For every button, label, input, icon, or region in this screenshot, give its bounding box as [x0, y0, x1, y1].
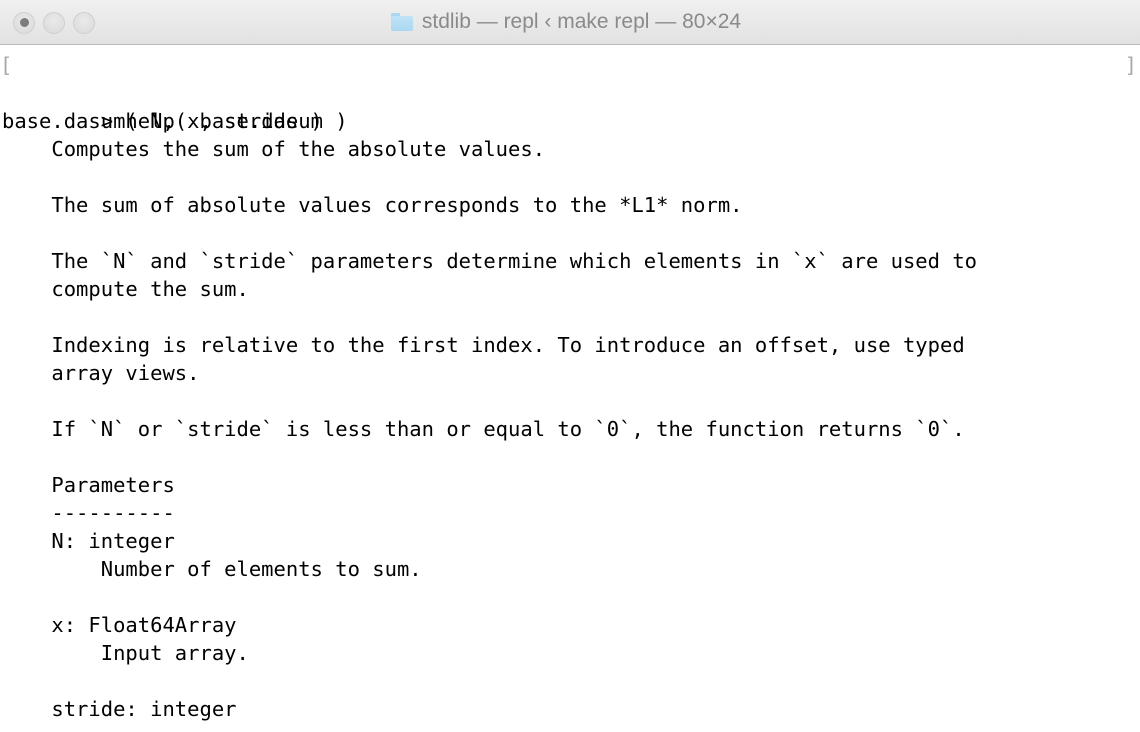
- terminal-output: [ > help( base.dasum ) ] base.dasum( N, …: [0, 51, 1140, 723]
- terminal-line: The sum of absolute values corresponds t…: [2, 193, 743, 217]
- terminal-line: Input array.: [2, 641, 249, 665]
- window-titlebar[interactable]: stdlib — repl ‹ make repl — 80×24: [0, 0, 1140, 45]
- folder-icon: [390, 13, 413, 31]
- terminal-line: Computes the sum of the absolute values.: [2, 137, 546, 161]
- prompt-right-marker: ]: [1124, 53, 1137, 77]
- close-button[interactable]: [13, 11, 35, 34]
- terminal-line-spacer: [0, 219, 1140, 247]
- terminal-line: Number of elements to sum.: [2, 557, 422, 581]
- terminal-line: compute the sum.: [2, 277, 249, 301]
- close-icon: [19, 18, 29, 27]
- terminal-line-spacer: [0, 443, 1140, 471]
- maximize-button[interactable]: [73, 11, 95, 34]
- terminal-line-spacer: [0, 303, 1140, 331]
- terminal-body[interactable]: [ > help( base.dasum ) ] base.dasum( N, …: [0, 46, 1140, 732]
- terminal-line: The `N` and `stride` parameters determin…: [2, 249, 978, 273]
- folder-icon-body: [390, 16, 413, 31]
- terminal-line: Indexing is relative to the first index.…: [2, 333, 965, 357]
- window-title-group: stdlib — repl ‹ make repl — 80×24: [390, 10, 742, 34]
- terminal-line-spacer: [0, 79, 1140, 107]
- terminal-line-spacer: [0, 387, 1140, 415]
- terminal-line-spacer: [0, 583, 1140, 611]
- terminal-line-spacer: [0, 667, 1140, 695]
- prompt-left-marker: [: [0, 53, 13, 77]
- terminal-line: If `N` or `stride` is less than or equal…: [2, 417, 965, 441]
- terminal-help-output: base.dasum( N, x, stride ) Computes the …: [0, 107, 1140, 723]
- prompt-command: help( base.dasum ): [113, 109, 348, 133]
- terminal-line: ----------: [2, 501, 175, 525]
- minimize-button[interactable]: [43, 11, 65, 34]
- terminal-line-spacer: [0, 163, 1140, 191]
- terminal-window: stdlib — repl ‹ make repl — 80×24 [ > he…: [0, 0, 1140, 732]
- terminal-line: array views.: [2, 361, 200, 385]
- window-controls: [13, 0, 95, 45]
- terminal-line: Parameters: [2, 473, 175, 497]
- terminal-line: N: integer: [2, 529, 175, 553]
- window-title: stdlib — repl ‹ make repl — 80×24: [421, 10, 742, 33]
- terminal-prompt-line[interactable]: [ > help( base.dasum ) ]: [0, 51, 1140, 133]
- terminal-line: stride: integer: [2, 697, 237, 721]
- terminal-line: x: Float64Array: [2, 613, 237, 637]
- prompt-symbol: >: [100, 109, 114, 133]
